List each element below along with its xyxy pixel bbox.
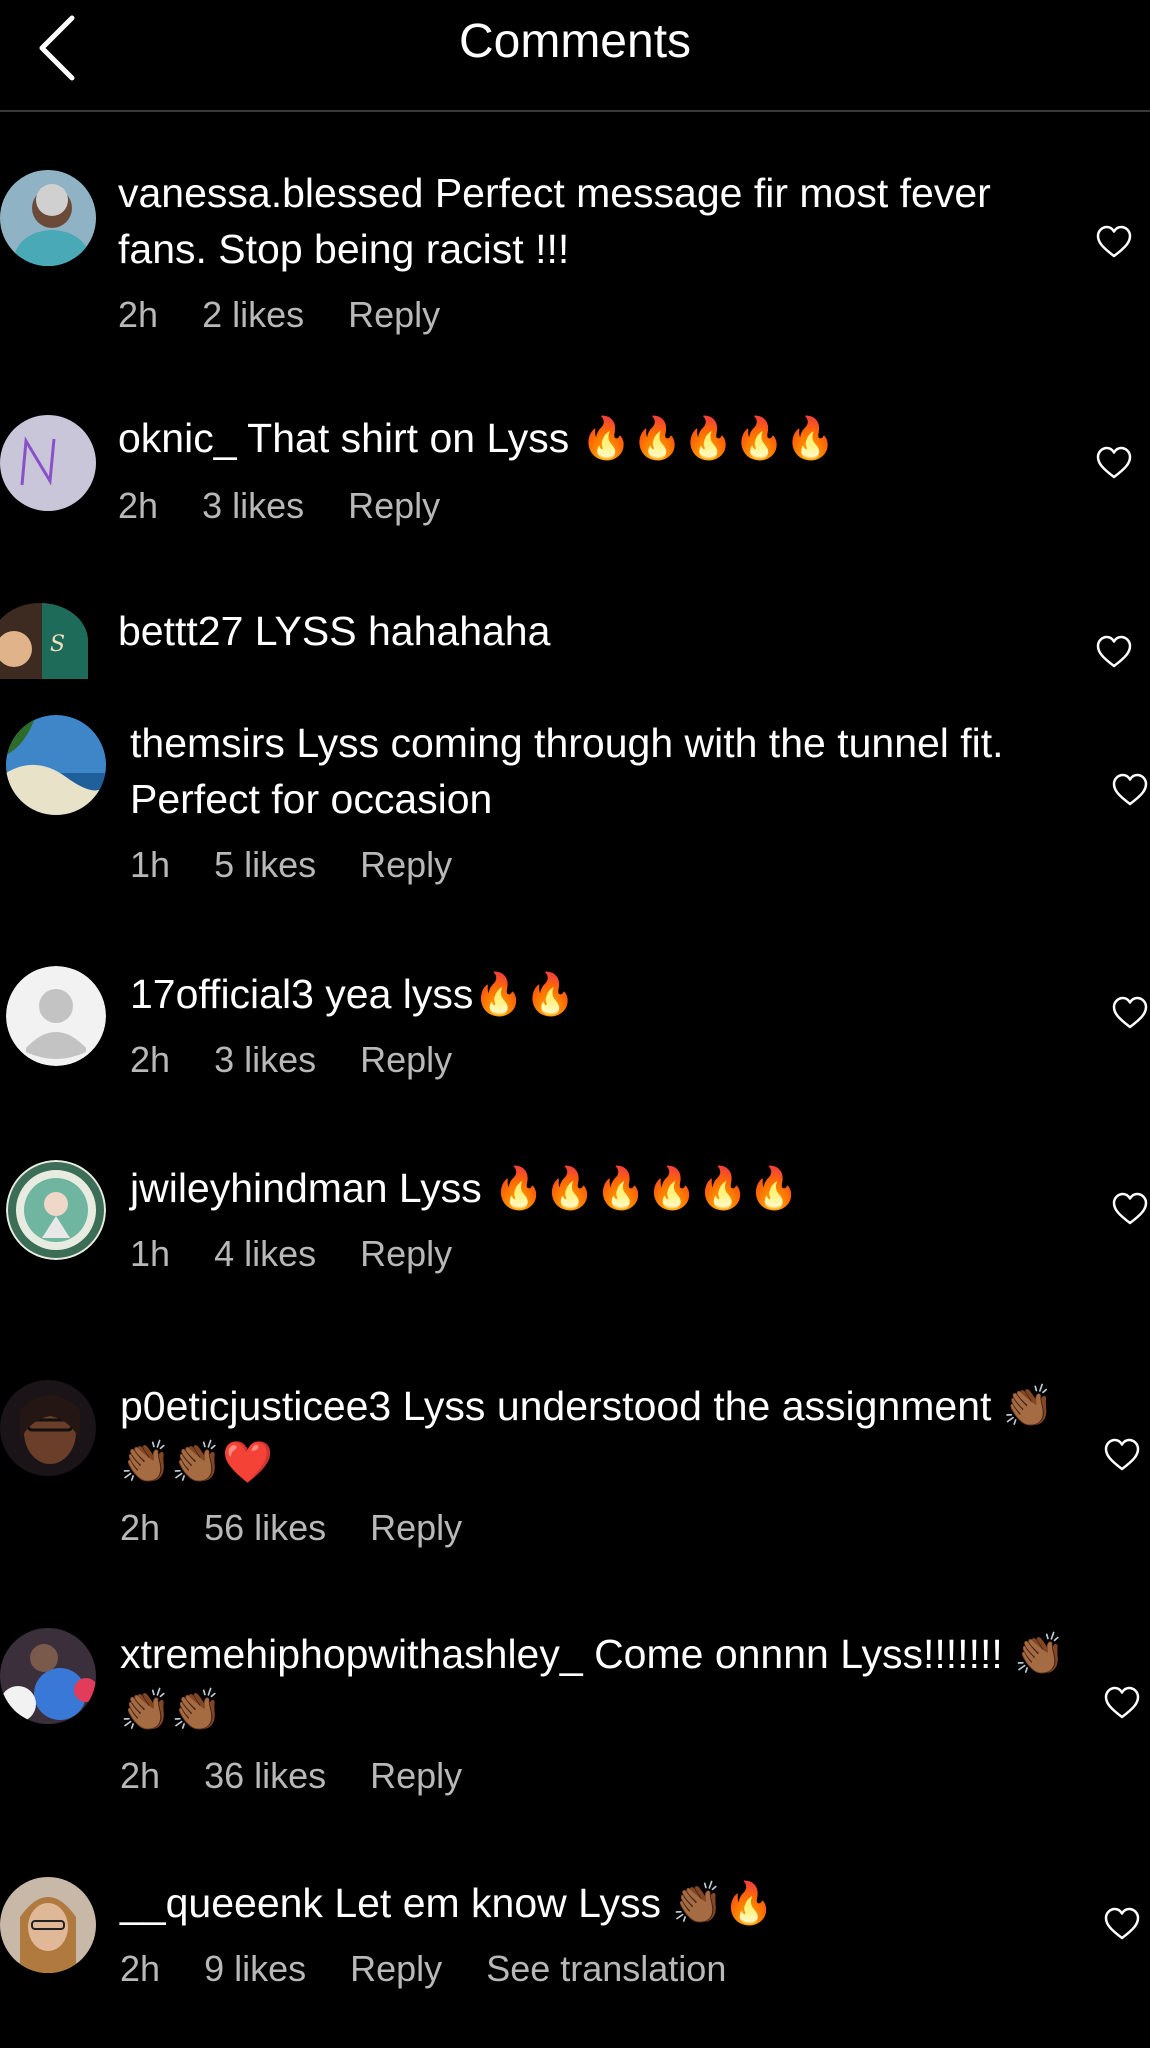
heart-outline-icon[interactable]	[1104, 1907, 1140, 1941]
avatar[interactable]	[0, 1628, 96, 1724]
comment-time: 2h	[120, 1507, 161, 1548]
comment-likes[interactable]: 2 likes	[202, 294, 304, 335]
comment-time: 2h	[120, 1948, 161, 1989]
comments-screen: Comments vanessa.blessed Perfect message…	[0, 0, 1150, 2048]
avatar[interactable]	[6, 966, 106, 1066]
reply-button[interactable]: Reply	[348, 294, 440, 335]
comment-text: Let em know Lyss 👏🏾🔥	[334, 1880, 775, 1926]
comment-item: vanessa.blessed Perfect message fir most…	[0, 165, 1150, 355]
comment-likes[interactable]: 4 likes	[214, 1233, 316, 1274]
avatar[interactable]	[6, 715, 106, 815]
comment-item: p0eticjusticee3 Lyss understood the assi…	[0, 1378, 1150, 1568]
heart-outline-icon[interactable]	[1096, 446, 1132, 480]
comment-username[interactable]: jwileyhindman	[130, 1165, 388, 1211]
comment-time: 2h	[118, 294, 159, 335]
comment-username[interactable]: __queeenk	[120, 1880, 323, 1926]
comment-text: yea lyss🔥🔥	[325, 971, 576, 1017]
svg-text:S: S	[50, 632, 65, 657]
heart-outline-icon[interactable]	[1104, 1438, 1140, 1472]
avatar[interactable]	[0, 1877, 96, 1973]
comment-item: jwileyhindman Lyss 🔥🔥🔥🔥🔥🔥 1h 4 likes Rep…	[0, 1160, 1150, 1290]
comment-likes[interactable]: 3 likes	[214, 1039, 316, 1080]
reply-button[interactable]: Reply	[370, 1507, 462, 1548]
reply-button[interactable]: Reply	[360, 844, 452, 885]
comment-username[interactable]: oknic_	[118, 415, 237, 461]
avatar[interactable]	[0, 415, 96, 511]
comment-time: 2h	[120, 1755, 161, 1796]
comment-username[interactable]: 17official3	[130, 971, 314, 1017]
comment-item: oknic_ That shirt on Lyss 🔥🔥🔥🔥🔥 2h 3 lik…	[0, 410, 1150, 540]
avatar[interactable]	[6, 1160, 106, 1260]
comment-username[interactable]: p0eticjusticee3	[120, 1383, 391, 1429]
comment-likes[interactable]: 56 likes	[204, 1507, 326, 1548]
comment-username[interactable]: xtremehiphopwithashley_	[120, 1631, 583, 1677]
reply-button[interactable]: Reply	[348, 485, 440, 526]
reply-button[interactable]: Reply	[360, 1039, 452, 1080]
reply-button[interactable]: Reply	[370, 1755, 462, 1796]
avatar[interactable]: S	[0, 603, 88, 679]
comment-item: themsirs Lyss coming through with the tu…	[0, 715, 1150, 905]
comment-username[interactable]: bettt27	[118, 608, 243, 654]
comment-text: Lyss 🔥🔥🔥🔥🔥🔥	[398, 1165, 800, 1211]
avatar[interactable]	[0, 170, 96, 266]
comment-item: 17official3 yea lyss🔥🔥 2h 3 likes Reply	[0, 966, 1150, 1096]
comment-likes[interactable]: 36 likes	[204, 1755, 326, 1796]
comment-username[interactable]: themsirs	[130, 720, 285, 766]
comment-likes[interactable]: 3 likes	[202, 485, 304, 526]
avatar[interactable]	[0, 1380, 96, 1476]
reply-button[interactable]: Reply	[360, 1233, 452, 1274]
comment-likes[interactable]: 9 likes	[204, 1948, 306, 1989]
heart-outline-icon[interactable]	[1112, 773, 1148, 807]
heart-outline-icon[interactable]	[1112, 996, 1148, 1030]
heart-outline-icon[interactable]	[1112, 1192, 1148, 1226]
comment-item: xtremehiphopwithashley_ Come onnnn Lyss!…	[0, 1626, 1150, 1816]
comment-text: LYSS hahahaha	[254, 608, 551, 654]
heart-outline-icon[interactable]	[1096, 225, 1132, 259]
comment-time: 1h	[130, 844, 171, 885]
comment-username[interactable]: vanessa.blessed	[118, 170, 423, 216]
comment-item: S bettt27 LYSS hahahaha	[0, 603, 1150, 683]
header: Comments	[0, 0, 1150, 112]
comment-item: __queeenk Let em know Lyss 👏🏾🔥 2h 9 like…	[0, 1875, 1150, 2005]
comment-time: 2h	[118, 485, 159, 526]
comment-time: 2h	[130, 1039, 171, 1080]
reply-button[interactable]: Reply	[350, 1948, 442, 1989]
see-translation-button[interactable]: See translation	[486, 1948, 726, 1989]
heart-outline-icon[interactable]	[1104, 1686, 1140, 1720]
comment-text: That shirt on Lyss 🔥🔥🔥🔥🔥	[247, 415, 836, 461]
comment-time: 1h	[130, 1233, 171, 1274]
heart-outline-icon[interactable]	[1096, 635, 1132, 669]
page-title: Comments	[458, 15, 692, 68]
comment-likes[interactable]: 5 likes	[214, 844, 316, 885]
